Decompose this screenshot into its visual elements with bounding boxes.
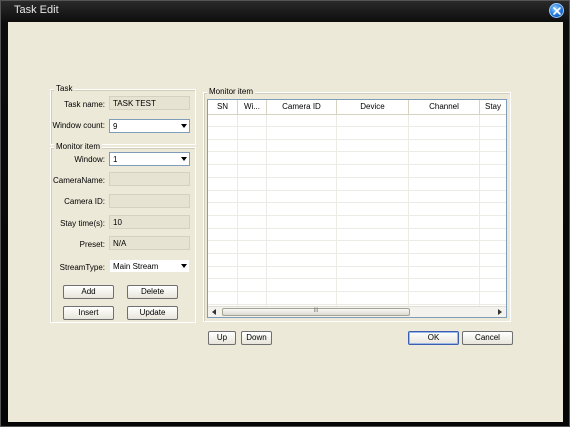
table-row xyxy=(208,293,506,305)
camera-id-label: Camera ID: xyxy=(64,197,105,206)
chevron-down-icon xyxy=(181,157,187,161)
stream-type-value: Main Stream xyxy=(113,262,159,271)
column-header-camera-id[interactable]: Camera ID xyxy=(267,100,337,115)
preset-field: N/A xyxy=(109,236,190,250)
title-bar[interactable]: Task Edit xyxy=(1,1,569,21)
camera-name-label: CameraName: xyxy=(52,176,105,185)
table-row xyxy=(208,204,506,216)
dialog-body: Task Task name: TASK TEST Window count: … xyxy=(8,22,563,422)
camera-id-field xyxy=(109,194,190,208)
up-button[interactable]: Up xyxy=(208,331,236,345)
table-row xyxy=(208,179,506,191)
table-row xyxy=(208,255,506,267)
close-icon xyxy=(553,7,561,15)
chevron-down-icon xyxy=(181,264,187,268)
delete-button[interactable]: Delete xyxy=(127,285,178,299)
close-button[interactable] xyxy=(549,3,564,18)
table-row xyxy=(208,115,506,127)
task-name-field: TASK TEST xyxy=(109,96,190,110)
column-header-stay[interactable]: Stay xyxy=(480,100,506,115)
down-button[interactable]: Down xyxy=(241,331,272,345)
task-edit-window: Task Edit Task Task name: TASK TEST Wind… xyxy=(0,0,570,427)
update-button[interactable]: Update xyxy=(127,306,178,320)
chevron-down-icon xyxy=(181,124,187,128)
insert-button[interactable]: Insert xyxy=(63,306,114,320)
table-row xyxy=(208,280,506,293)
table-row xyxy=(208,140,506,153)
task-name-label: Task name: xyxy=(64,100,105,109)
scroll-left-icon[interactable] xyxy=(212,309,216,315)
monitor-item-group-legend: Monitor item xyxy=(54,142,103,151)
cancel-button[interactable]: Cancel xyxy=(462,331,513,345)
ok-button[interactable]: OK xyxy=(408,331,459,345)
task-group-legend: Task xyxy=(54,84,75,93)
column-header-window[interactable]: Wi... xyxy=(238,100,267,115)
stay-time-field[interactable]: 10 xyxy=(109,215,190,229)
horizontal-scrollbar[interactable]: III xyxy=(208,306,506,317)
window-count-dropdown[interactable]: 9 xyxy=(109,119,190,133)
window-title: Task Edit xyxy=(14,4,59,16)
stream-type-label: StreamType: xyxy=(59,263,105,272)
table-row xyxy=(208,128,506,140)
window-value: 1 xyxy=(113,155,118,164)
table-row xyxy=(208,191,506,204)
column-header-sn[interactable]: SN xyxy=(208,100,238,115)
table-row xyxy=(208,153,506,166)
window-dropdown[interactable]: 1 xyxy=(109,152,190,166)
monitor-item-list[interactable]: SN Wi... Camera ID Device Channel Stay I… xyxy=(207,99,507,318)
list-header: SN Wi... Camera ID Device Channel Stay xyxy=(208,100,506,115)
window-count-value: 9 xyxy=(113,122,118,131)
table-row xyxy=(208,242,506,254)
scrollbar-thumb[interactable]: III xyxy=(222,308,410,316)
scroll-right-icon[interactable] xyxy=(498,309,502,315)
monitor-list-legend: Monitor item xyxy=(207,87,256,96)
table-row xyxy=(208,229,506,242)
column-header-device[interactable]: Device xyxy=(337,100,409,115)
table-row xyxy=(208,166,506,178)
table-row xyxy=(208,267,506,280)
add-button[interactable]: Add xyxy=(63,285,114,299)
table-row xyxy=(208,217,506,229)
column-header-channel[interactable]: Channel xyxy=(409,100,480,115)
window-count-label: Window count: xyxy=(52,121,105,130)
preset-label: Preset: xyxy=(79,240,105,249)
stream-type-dropdown[interactable]: Main Stream xyxy=(109,259,190,273)
camera-name-field xyxy=(109,172,190,186)
window-label: Window: xyxy=(74,155,105,164)
stay-time-label: Stay time(s): xyxy=(60,219,105,228)
